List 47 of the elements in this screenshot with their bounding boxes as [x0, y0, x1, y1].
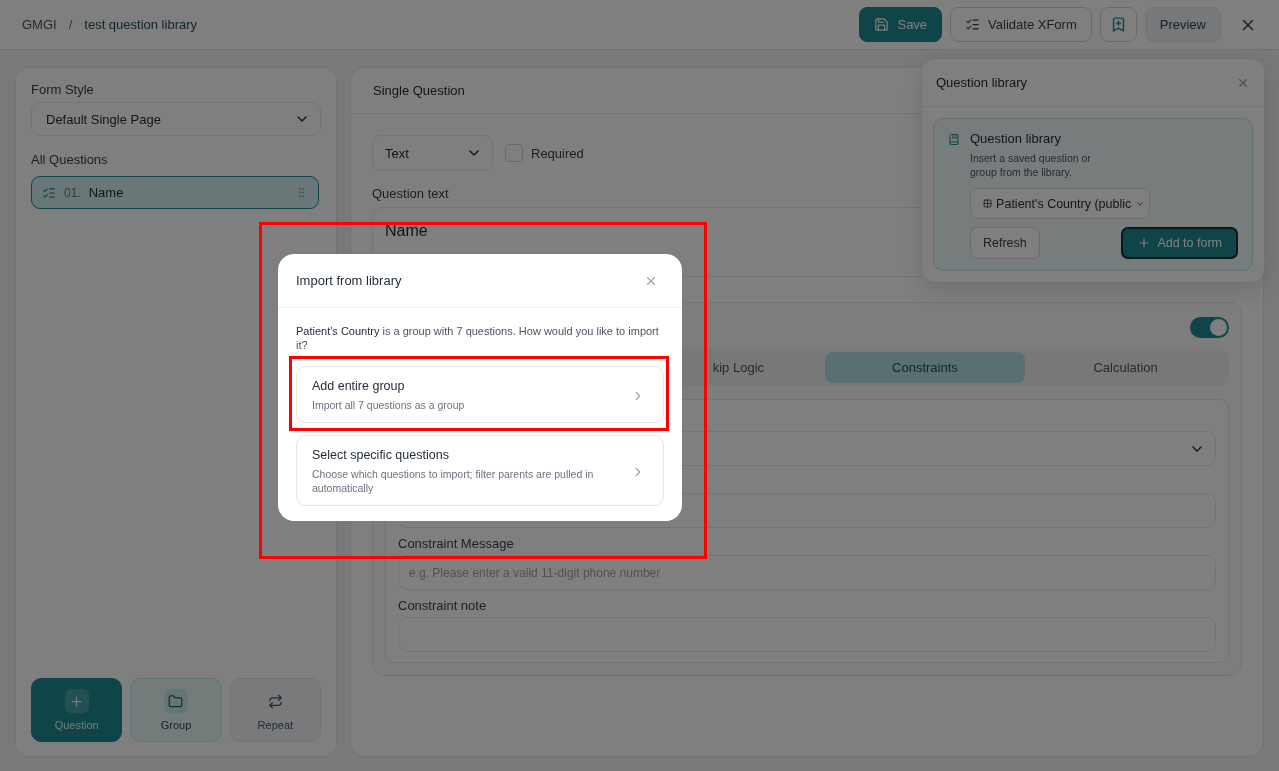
breadcrumb-link[interactable]: GMGI — [22, 17, 57, 32]
card-description: Insert a saved question or group from the library. — [970, 151, 1092, 179]
repeat-icon — [267, 693, 283, 709]
question-label: Name — [88, 185, 125, 200]
add-item-button[interactable]: Question — [31, 678, 123, 742]
field-label: Form Style — [31, 82, 95, 97]
library-select[interactable]: Patient's Country (public — [970, 188, 1150, 219]
grid-icon — [983, 197, 993, 210]
option-title: Add entire group — [312, 379, 406, 393]
save-icon — [874, 17, 890, 32]
add-item-button[interactable]: Group — [130, 678, 222, 742]
field-label: Constraint note — [398, 598, 488, 615]
option-title: Select specific questions — [312, 448, 450, 462]
toggle-switch[interactable] — [1190, 316, 1229, 338]
field-label: Question text — [372, 186, 450, 201]
plus-icon — [1137, 236, 1152, 250]
question-number: 01. — [64, 185, 81, 200]
form-style-select[interactable]: Default Single Page — [31, 102, 321, 136]
import-option[interactable]: Add entire group Import all 7 questions as a group — [296, 366, 664, 423]
refresh-button[interactable]: Refresh — [970, 227, 1040, 259]
breadcrumb-link[interactable]: test question library — [84, 17, 198, 32]
option-description: Import all 7 questions as a group — [312, 398, 465, 412]
card-title: Question library — [970, 131, 1063, 146]
option-description: Choose which questions to import; filter parents are pulled in automatically — [312, 467, 595, 495]
list-check-icon — [965, 17, 981, 32]
tab[interactable]: Constraints — [824, 352, 1026, 383]
panel-title: Single Question — [373, 83, 465, 98]
list-check-icon — [42, 185, 56, 200]
import-option[interactable]: Select specific questions Choose which questions to import; filter parents are pulled in automatically — [296, 435, 664, 506]
toolbar-button[interactable]: Validate XForm — [950, 7, 1092, 42]
folder-icon — [168, 693, 184, 709]
tab[interactable]: Calculation — [1025, 352, 1226, 383]
field-label: Constraint Message — [398, 536, 515, 553]
popover-title: Question library — [936, 75, 1028, 90]
toolbar-button[interactable]: Preview — [1144, 7, 1221, 42]
book-icon — [948, 131, 960, 148]
dialog-message: Patient's Country is a group with 7 questions. How would you like to import it? — [296, 324, 660, 352]
type-select[interactable]: Text — [372, 135, 493, 171]
question-item[interactable]: 01. Name — [31, 176, 319, 209]
breadcrumb-separator: / — [68, 17, 73, 32]
add-to-form-button[interactable]: Add to form — [1121, 227, 1238, 259]
checkbox-label: Required — [531, 145, 584, 161]
bookmark-button[interactable] — [1099, 7, 1137, 42]
section-label: All Questions — [31, 152, 109, 167]
plus-icon — [69, 693, 85, 709]
save-button[interactable]: Save — [859, 7, 943, 42]
add-item-button[interactable]: Repeat — [229, 678, 321, 742]
